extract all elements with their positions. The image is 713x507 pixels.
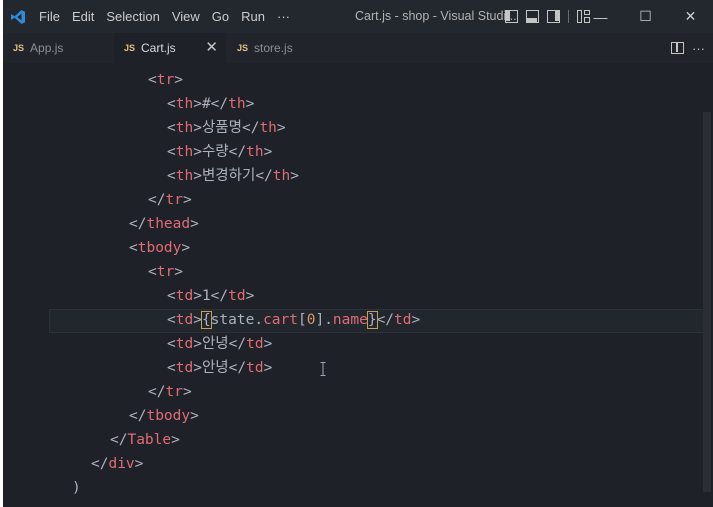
code-token: th	[175, 168, 194, 184]
code-line: <tr>	[148, 264, 183, 280]
code-text: ]	[315, 312, 325, 328]
tab-cart-js[interactable]: JS Cart.js ✕	[114, 33, 226, 63]
code-line: </Table>	[110, 432, 180, 448]
code-token: td	[228, 288, 246, 304]
window-title: Cart.js - shop - Visual Studi...	[355, 9, 517, 23]
code-text: .	[324, 312, 333, 328]
vertical-scrollbar[interactable]	[703, 112, 711, 492]
code-line: <tr>	[148, 72, 183, 88]
code-text: [	[297, 312, 307, 328]
code-token: div	[108, 456, 135, 472]
title-bar: File Edit Selection View Go Run ··· Cart…	[3, 0, 713, 33]
code-token: th	[175, 144, 194, 160]
code-line: </div>	[91, 456, 144, 472]
toggle-primary-sidebar-icon[interactable]	[505, 10, 518, 23]
matching-brace: }	[366, 311, 378, 329]
code-token: tbody	[137, 240, 182, 256]
code-token: td	[175, 336, 194, 352]
code-line: </thead>	[129, 216, 199, 232]
code-text: )	[72, 480, 81, 496]
window-edge	[0, 0, 3, 507]
code-token: th	[175, 96, 194, 112]
code-line: <th>수량</th>	[167, 144, 273, 160]
toggle-panel-icon[interactable]	[526, 10, 539, 23]
layout-separator	[568, 10, 569, 23]
code-token: tr	[156, 72, 175, 88]
code-token: td	[175, 312, 194, 328]
tab-store-js[interactable]: JS store.js	[227, 33, 337, 63]
matching-brace: {	[200, 311, 212, 329]
code-token: td	[246, 336, 264, 352]
code-text: .	[254, 312, 264, 328]
code-text: #	[201, 96, 211, 112]
js-file-icon: JS	[13, 43, 25, 53]
code-line: <td>안녕</td>	[167, 336, 273, 352]
js-file-icon: JS	[237, 43, 249, 53]
code-editor[interactable]: <tr> <th>#</th> <th>상품명</th> <th>수량</th>…	[3, 63, 713, 507]
menu-more[interactable]: ···	[271, 0, 296, 33]
menu-file[interactable]: File	[33, 0, 66, 33]
menu-bar: File Edit Selection View Go Run ···	[33, 0, 296, 33]
code-text: 변경하기	[201, 168, 256, 184]
menu-edit[interactable]: Edit	[66, 0, 100, 33]
vscode-window: File Edit Selection View Go Run ··· Cart…	[3, 0, 713, 507]
code-line: <td>1</td>	[167, 288, 255, 304]
code-line: </tr>	[148, 192, 192, 208]
code-token: th	[175, 120, 194, 136]
text-cursor-icon	[320, 362, 326, 376]
code-token: td	[246, 360, 264, 376]
code-token: td	[175, 288, 194, 304]
menu-selection[interactable]: Selection	[100, 0, 165, 33]
code-text: 상품명	[201, 120, 242, 136]
code-line: <th>상품명</th>	[167, 120, 286, 136]
minimize-button[interactable]: —	[578, 0, 623, 33]
code-line: <td>안녕</td>	[167, 360, 273, 376]
code-text: 1	[201, 288, 211, 304]
code-token: tr	[156, 264, 175, 280]
code-line: </tbody>	[129, 408, 199, 424]
tab-label: Cart.js	[141, 41, 176, 55]
close-tab-icon[interactable]: ✕	[205, 33, 218, 63]
maximize-button[interactable]: ☐	[623, 0, 668, 33]
code-line: <th>변경하기</th>	[167, 168, 299, 184]
code-token: th	[272, 168, 291, 184]
code-token: cart	[263, 312, 298, 328]
code-text: state	[210, 312, 255, 328]
code-token: td	[394, 312, 412, 328]
code-token: th	[246, 144, 264, 160]
tab-label: store.js	[254, 41, 293, 55]
code-token: th	[259, 120, 277, 136]
code-text: 안녕	[201, 336, 229, 352]
more-actions-icon[interactable]: ···	[692, 41, 705, 56]
code-token: tr	[165, 384, 183, 400]
code-token: thead	[146, 216, 191, 232]
code-line: <th>#</th>	[167, 96, 255, 112]
window-controls: — ☐ ✕	[578, 0, 713, 33]
split-editor-icon[interactable]	[671, 42, 684, 54]
code-token: tbody	[146, 408, 191, 424]
code-token: name	[332, 312, 368, 328]
editor-tab-bar: JS App.js JS Cart.js ✕ JS store.js	[3, 33, 713, 63]
editor-actions: ···	[671, 33, 705, 63]
code-line: <tbody>	[129, 240, 191, 256]
code-token: td	[175, 360, 194, 376]
code-line: </tr>	[148, 384, 192, 400]
toggle-secondary-sidebar-icon[interactable]	[547, 10, 560, 23]
tab-label: App.js	[30, 41, 64, 55]
code-text: 수량	[201, 144, 229, 160]
menu-view[interactable]: View	[166, 0, 206, 33]
vscode-logo-icon	[3, 0, 33, 33]
tab-app-js[interactable]: JS App.js	[3, 33, 113, 63]
code-token: tr	[165, 192, 183, 208]
code-token: th	[228, 96, 246, 112]
menu-go[interactable]: Go	[206, 0, 235, 33]
code-text: 안녕	[201, 360, 229, 376]
js-file-icon: JS	[124, 43, 136, 53]
code-line: <td>{state.cart[0].name}</td>	[167, 311, 421, 329]
menu-run[interactable]: Run	[235, 0, 271, 33]
code-token: Table	[127, 432, 172, 448]
code-line: )	[72, 476, 81, 500]
close-button[interactable]: ✕	[668, 0, 713, 33]
